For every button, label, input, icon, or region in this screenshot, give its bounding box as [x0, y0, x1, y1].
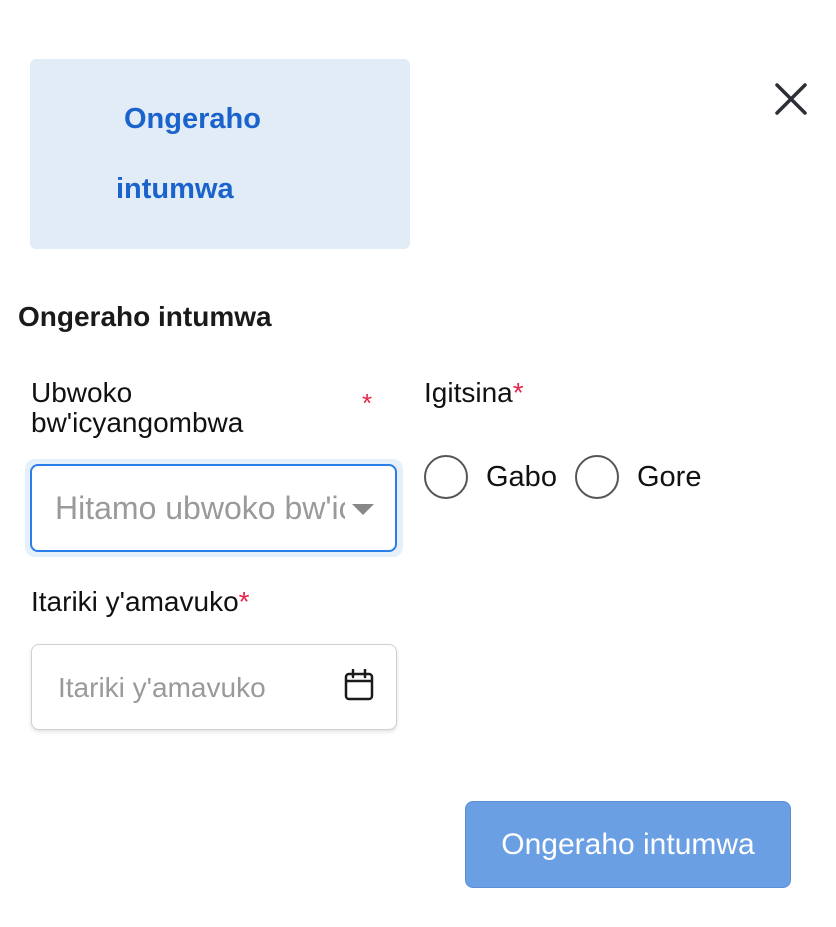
radio-male[interactable]	[424, 455, 468, 499]
document-type-select[interactable]: Hitamo ubwoko bw'icyangombwa	[30, 464, 397, 552]
gender-required-mark: *	[512, 377, 524, 408]
document-type-placeholder: Hitamo ubwoko bw'icyangombwa	[55, 490, 345, 526]
radio-female[interactable]	[575, 455, 619, 499]
document-type-label: Ubwoko bw'icyangombwa	[31, 378, 331, 438]
add-delegate-button[interactable]: Ongeraho intumwa	[465, 801, 791, 888]
date-of-birth-input[interactable]	[58, 665, 328, 711]
close-icon	[775, 83, 807, 115]
gender-label: Igitsina*	[424, 378, 524, 408]
document-type-required-mark: *	[362, 388, 373, 418]
gender-option-male-label: Gabo	[486, 460, 557, 493]
gender-label-text: Igitsina	[424, 377, 513, 408]
calendar-icon[interactable]	[344, 669, 374, 701]
tab-card-title-line1: Ongeraho	[124, 103, 261, 135]
tab-card-title-line2: intumwa	[116, 173, 234, 205]
close-button[interactable]	[770, 78, 812, 120]
document-type-label-text: Ubwoko bw'icyangombwa	[31, 377, 244, 438]
chevron-down-icon	[352, 504, 374, 515]
date-of-birth-label-text: Itariki y'amavuko	[31, 586, 239, 617]
date-of-birth-field[interactable]	[31, 644, 397, 730]
gender-option-female-label: Gore	[637, 460, 702, 493]
date-of-birth-required-mark: *	[238, 586, 250, 617]
date-of-birth-label: Itariki y'amavuko*	[31, 587, 250, 617]
add-delegate-dialog: Ongeraho intumwa Ongeraho intumwa Ubwoko…	[0, 0, 836, 927]
gender-option-male[interactable]: Gabo	[424, 455, 557, 499]
form-title: Ongeraho intumwa	[18, 301, 272, 332]
dialog-tab-card[interactable]: Ongeraho intumwa	[30, 59, 410, 249]
gender-option-female[interactable]: Gore	[575, 455, 701, 499]
